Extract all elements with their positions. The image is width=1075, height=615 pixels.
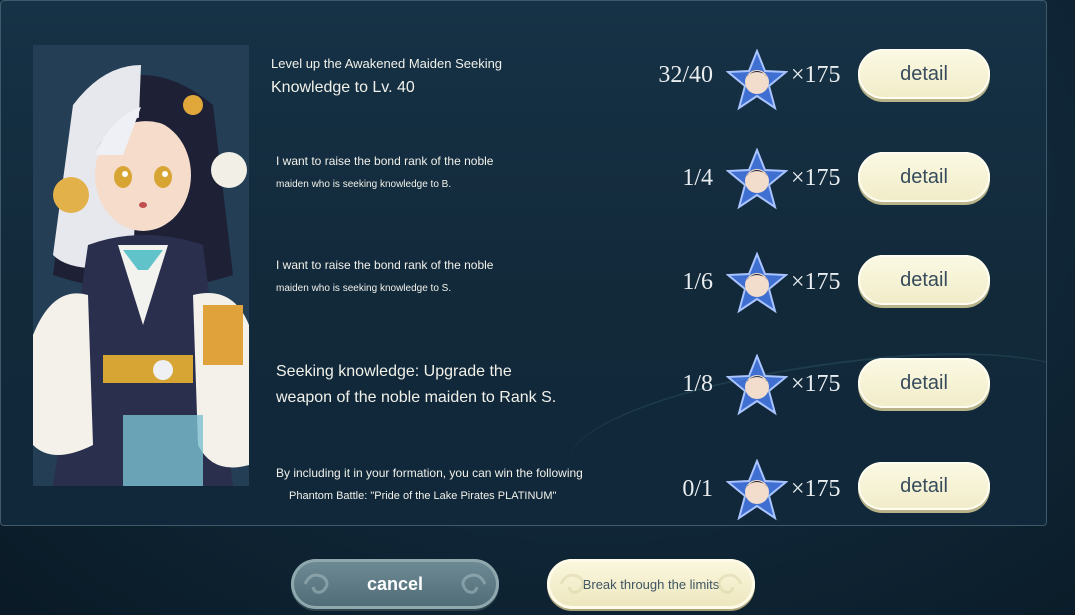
reward-count: ×175 xyxy=(791,62,841,88)
reward-count: ×175 xyxy=(791,165,841,191)
mission-line-2: maiden who is seeking knowledge to S. xyxy=(276,283,452,294)
reward-count: ×175 xyxy=(791,476,841,502)
swirl-ornament-icon xyxy=(717,573,743,594)
break-limits-button[interactable]: Break through the limits xyxy=(547,559,755,609)
mission-description: By including it in your formation, you c… xyxy=(271,464,601,505)
mission-line-1: By including it in your formation, you c… xyxy=(276,466,583,480)
mission-progress: 1/8 xyxy=(682,371,713,397)
detail-button[interactable]: detail xyxy=(858,358,990,408)
mission-line-1: Level up the Awakened Maiden Seeking xyxy=(271,56,503,71)
star-character-badge-icon xyxy=(726,459,788,521)
mission-line-2: weapon of the noble maiden to Rank S. xyxy=(276,389,557,406)
mission-progress: 32/40 xyxy=(658,62,713,88)
mission-row-5: By including it in your formation, you c… xyxy=(271,459,1011,525)
cancel-button[interactable]: cancel xyxy=(291,559,499,609)
swirl-ornament-icon xyxy=(303,573,329,594)
star-character-badge-icon xyxy=(726,148,788,210)
mission-description: Level up the Awakened Maiden Seeking Kno… xyxy=(271,53,601,99)
star-character-badge-icon xyxy=(726,252,788,314)
mission-progress: 0/1 xyxy=(682,476,713,502)
mission-panel: Level up the Awakened Maiden Seeking Kno… xyxy=(0,0,1047,526)
detail-button[interactable]: detail xyxy=(858,462,990,510)
detail-button[interactable]: detail xyxy=(858,152,990,202)
detail-button[interactable]: detail xyxy=(858,255,990,305)
star-character-badge-icon xyxy=(726,49,788,111)
mission-row-1: Level up the Awakened Maiden Seeking Kno… xyxy=(271,49,1011,133)
swirl-ornament-icon xyxy=(559,573,585,594)
mission-line-2: maiden who is seeking knowledge to B. xyxy=(276,179,452,190)
mission-progress: 1/4 xyxy=(682,165,713,191)
swirl-ornament-icon xyxy=(461,573,487,594)
star-character-badge-icon xyxy=(726,354,788,416)
detail-button[interactable]: detail xyxy=(858,49,990,99)
break-limits-label: Break through the limits xyxy=(582,576,720,592)
mission-row-3: I want to raise the bond rank of the nob… xyxy=(271,252,1011,336)
mission-description: Seeking knowledge: Upgrade the weapon of… xyxy=(271,358,611,410)
mission-line-2: Knowledge to Lv. 40 xyxy=(271,79,415,96)
maiden-portrait-icon xyxy=(33,45,249,486)
reward-count: ×175 xyxy=(791,371,841,397)
character-portrait xyxy=(33,45,249,486)
mission-description: I want to raise the bond rank of the nob… xyxy=(271,256,601,298)
reward-count: ×175 xyxy=(791,269,841,295)
mission-row-4: Seeking knowledge: Upgrade the weapon of… xyxy=(271,354,1011,438)
mission-line-1: I want to raise the bond rank of the nob… xyxy=(276,154,494,168)
mission-line-1: Seeking knowledge: Upgrade the xyxy=(276,363,512,380)
mission-line-2: Phantom Battle: "Pride of the Lake Pirat… xyxy=(289,490,557,502)
mission-progress: 1/6 xyxy=(682,269,713,295)
mission-row-2: I want to raise the bond rank of the nob… xyxy=(271,148,1011,232)
game-screen: Level up the Awakened Maiden Seeking Kno… xyxy=(0,0,1075,615)
cancel-label: cancel xyxy=(366,573,424,594)
mission-description: I want to raise the bond rank of the nob… xyxy=(271,152,601,194)
mission-line-1: I want to raise the bond rank of the nob… xyxy=(276,258,494,272)
